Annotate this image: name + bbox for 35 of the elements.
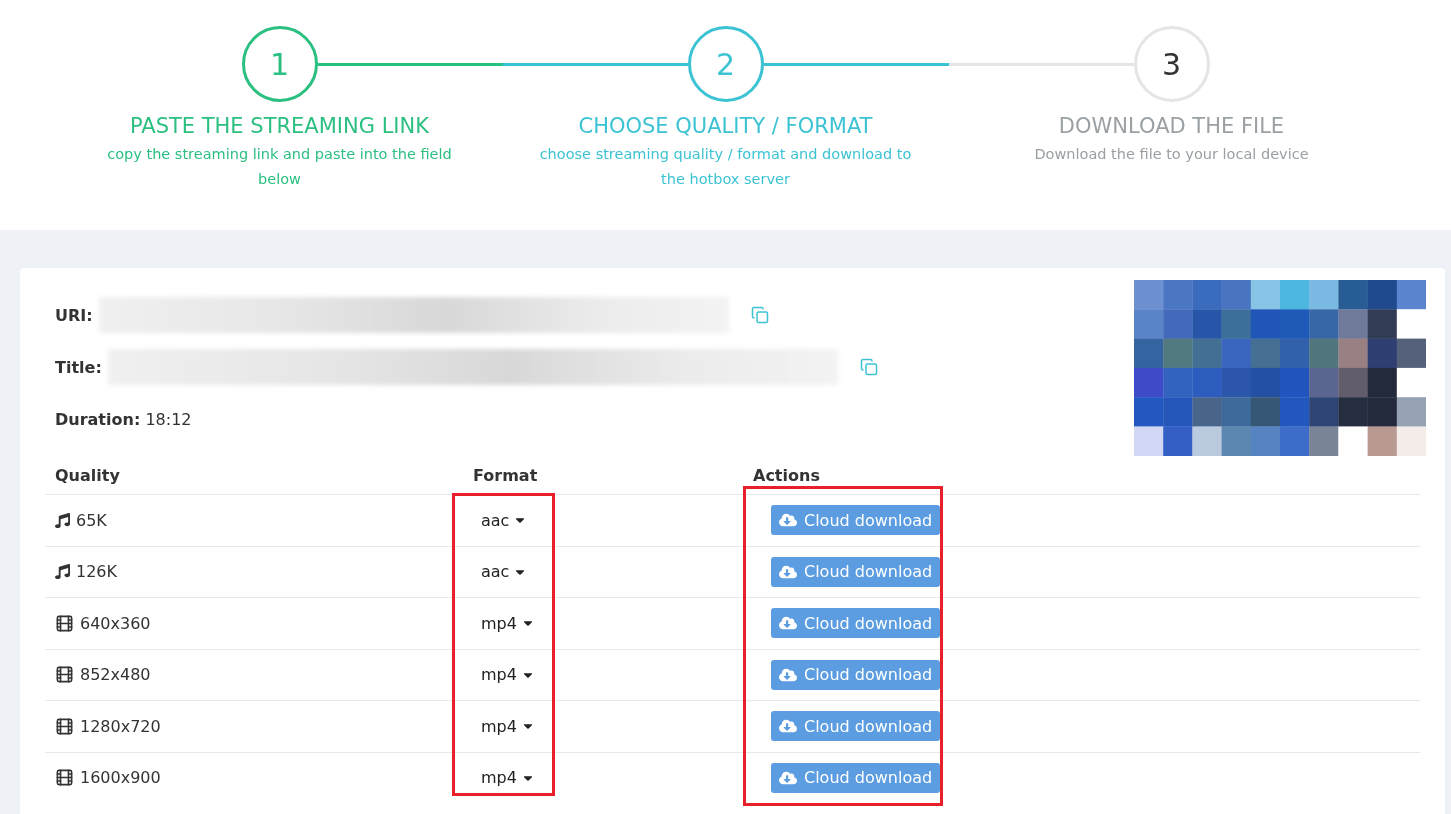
step-title: DOWNLOAD THE FILE: [1058, 114, 1285, 138]
uri-label: URI:: [55, 305, 93, 325]
column-header: Format: [472, 465, 539, 485]
film-icon: [55, 613, 74, 633]
format-dropdown[interactable]: aac: [481, 510, 528, 530]
step-description: Download the file to your local device: [1033, 145, 1310, 164]
format-dropdown[interactable]: mp4: [481, 665, 535, 685]
music-note-icon: [55, 512, 70, 528]
column-header: Quality: [54, 465, 121, 485]
quality-text: 65K: [76, 510, 107, 530]
format-dropdown[interactable]: mp4: [481, 613, 535, 633]
format-dropdown[interactable]: mp4: [481, 768, 535, 788]
step-number: 2: [687, 26, 764, 102]
quality-text: 1600x900: [80, 768, 161, 788]
copy-icon[interactable]: [750, 306, 769, 324]
film-icon: [55, 665, 74, 685]
format-dropdown[interactable]: mp4: [481, 716, 535, 736]
column-header: Actions: [752, 465, 821, 485]
step-description: choose streaming quality / format and download to the hotbox server: [538, 145, 913, 189]
quality-text: 640x360: [80, 613, 151, 633]
format-dropdown[interactable]: aac: [481, 562, 528, 582]
film-icon: [55, 716, 74, 736]
step-number: 3: [1133, 26, 1210, 102]
music-note-icon: [55, 564, 70, 580]
step-description: copy the streaming link and paste into the field below: [106, 145, 453, 189]
step-number: 1: [241, 26, 318, 102]
quality-text: 1280x720: [80, 716, 161, 736]
duration-text: Duration: 18:12: [55, 409, 192, 429]
quality-text: 126K: [76, 562, 118, 582]
film-icon: [55, 768, 74, 788]
step-title: PASTE THE STREAMING LINK: [129, 114, 430, 138]
quality-text: 852x480: [80, 665, 151, 685]
copy-icon[interactable]: [859, 358, 878, 376]
step-title: CHOOSE QUALITY / FORMAT: [578, 114, 873, 138]
title-label: Title:: [55, 357, 102, 377]
